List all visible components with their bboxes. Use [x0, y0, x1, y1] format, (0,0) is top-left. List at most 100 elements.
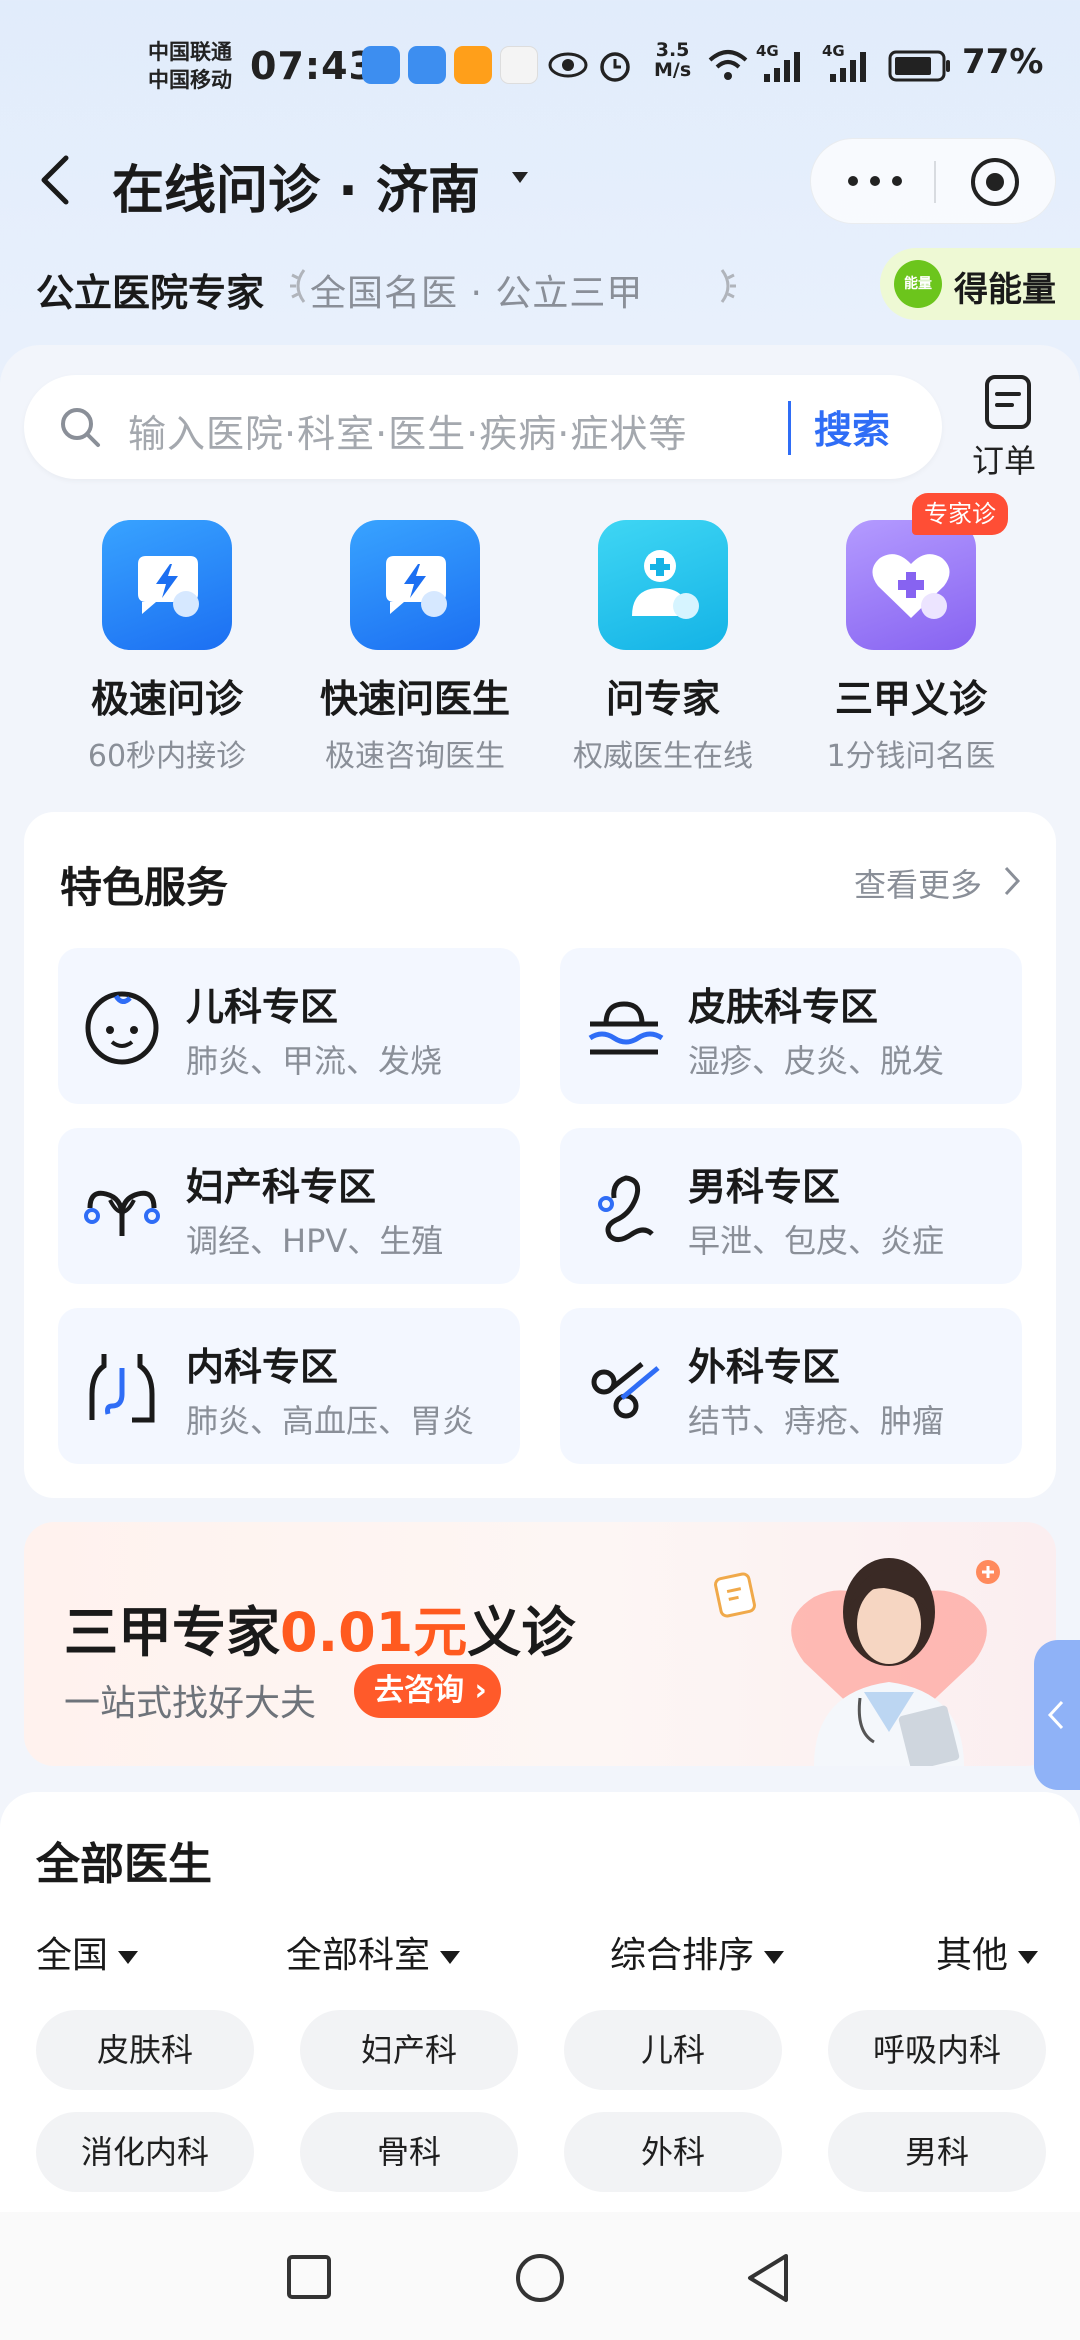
- subtitle-tags: 全国名医 · 公立三甲: [310, 273, 644, 314]
- doctor-illustration: [791, 1558, 1000, 1766]
- search-button[interactable]: 搜索: [814, 399, 890, 454]
- quick-entry-title: 问专家: [605, 677, 720, 721]
- quick-entry-title: 三甲义诊: [834, 677, 987, 721]
- service-gynecology[interactable]: 妇产科专区 调经、HPV、生殖: [58, 1128, 520, 1284]
- department-chip[interactable]: 皮肤科: [36, 2010, 254, 2090]
- service-desc: 调经、HPV、生殖: [186, 1222, 444, 1260]
- page-title[interactable]: 在线问诊 · 济南: [112, 148, 480, 223]
- back-triangle-icon[interactable]: [744, 2252, 792, 2304]
- quick-entry-free-clinic[interactable]: 三甲义诊 1分钱问名医: [786, 520, 1036, 775]
- quick-entry-title: 快速问医生: [319, 677, 510, 721]
- network-speed: 3.5 M/s: [654, 39, 692, 81]
- baby-face-icon: [85, 991, 159, 1065]
- uterus-icon: [84, 1190, 160, 1236]
- carrier-2: 中国移动: [148, 68, 232, 92]
- chevron-right-icon[interactable]: [1002, 864, 1022, 898]
- service-internal-medicine[interactable]: 内科专区 肺炎、高血压、胃炎: [58, 1308, 520, 1464]
- scissors-icon: [591, 1362, 660, 1419]
- filter-department[interactable]: 全部科室: [286, 1926, 461, 1978]
- signal-icon: [830, 52, 866, 82]
- carrier-names: 中国联通 中国移动: [148, 38, 232, 94]
- caret-down-icon: [118, 1950, 139, 1964]
- service-andrology[interactable]: 男科专区 早泄、包皮、炎症: [560, 1128, 1022, 1284]
- home-circle-icon[interactable]: [514, 2252, 566, 2304]
- get-energy-button[interactable]: 能量 得能量: [880, 248, 1080, 320]
- consult-button[interactable]: 去咨询 ›: [354, 1664, 501, 1718]
- back-arrow-icon[interactable]: [36, 150, 76, 210]
- service-desc: 肺炎、甲流、发烧: [186, 1042, 443, 1080]
- capsule-divider: [934, 161, 936, 203]
- expert-badge: 专家诊: [912, 493, 1008, 535]
- app-grid-icon: [500, 46, 538, 84]
- carrier-1: 中国联通: [148, 40, 232, 64]
- department-chip[interactable]: 男科: [828, 2112, 1046, 2192]
- heart-plus-icon: [846, 520, 976, 650]
- promo-title: 三甲专家0.01元义诊: [64, 1601, 576, 1664]
- eye-icon: [548, 52, 588, 78]
- filter-region[interactable]: 全国: [36, 1926, 139, 1978]
- quick-entry-sub: 权威医生在线: [573, 739, 753, 774]
- service-name: 内科专区: [186, 1345, 339, 1389]
- close-target-icon[interactable]: [969, 156, 1021, 208]
- caret-down-icon: [764, 1950, 785, 1964]
- system-nav-bar: [0, 2212, 1080, 2340]
- battery-icon: [888, 50, 950, 82]
- service-name: 外科专区: [688, 1345, 841, 1389]
- service-desc: 结节、痔疮、肿瘤: [688, 1402, 945, 1440]
- service-dermatology[interactable]: 皮肤科专区 湿疹、皮炎、脱发: [560, 948, 1022, 1104]
- quick-entry-title: 极速问诊: [90, 677, 243, 721]
- quick-entry-sub: 极速咨询医生: [325, 739, 505, 774]
- bus-app-icon: [408, 46, 446, 84]
- bus-app-icon: [362, 46, 400, 84]
- caret-down-icon: [440, 1950, 461, 1964]
- recents-square-icon[interactable]: [286, 2254, 332, 2300]
- service-surgery[interactable]: 外科专区 结节、痔疮、肿瘤: [560, 1308, 1022, 1464]
- department-chip[interactable]: 骨科: [300, 2112, 518, 2192]
- promo-banner[interactable]: 三甲专家0.01元义诊 一站式找好大夫 去咨询 ›: [24, 1522, 1056, 1766]
- energy-label: 得能量: [954, 270, 1056, 310]
- filter-sort[interactable]: 综合排序: [610, 1926, 785, 1978]
- service-desc: 早泄、包皮、炎症: [688, 1222, 945, 1260]
- wifi-icon: [708, 50, 748, 80]
- subtitle: 公立医院专家: [36, 271, 265, 315]
- department-chip[interactable]: 消化内科: [36, 2112, 254, 2192]
- quick-entry-quick-doctor[interactable]: 快速问医生 极速咨询医生: [290, 520, 540, 775]
- mini-program-capsule: [810, 138, 1056, 224]
- order-label[interactable]: 订单: [972, 436, 1036, 482]
- service-name: 皮肤科专区: [688, 985, 879, 1029]
- filter-other[interactable]: 其他: [936, 1926, 1039, 1978]
- order-icon[interactable]: [984, 374, 1032, 430]
- department-chip[interactable]: 呼吸内科: [828, 2010, 1046, 2090]
- quick-entry-sub: 60秒内接诊: [87, 739, 247, 774]
- laurel-left-icon: [290, 269, 306, 303]
- clock: 07:43: [250, 44, 376, 88]
- chevron-left-icon: [1047, 1700, 1064, 1730]
- more-dots-icon[interactable]: [847, 173, 903, 189]
- view-more-link[interactable]: 查看更多: [854, 860, 982, 906]
- side-collapse-tab[interactable]: [1034, 1640, 1080, 1790]
- service-desc: 湿疹、皮炎、脱发: [688, 1042, 945, 1080]
- imou-app-icon: [454, 46, 492, 84]
- search-divider: [788, 401, 791, 455]
- signal-icon: [764, 52, 800, 82]
- energy-badge-icon: 能量: [894, 260, 942, 308]
- search-bar[interactable]: 输入医院·科室·医生·疾病·症状等 搜索: [24, 375, 942, 479]
- lightning-chat-icon: [102, 520, 232, 650]
- service-name: 儿科专区: [186, 985, 339, 1029]
- quick-entry-ask-expert[interactable]: 问专家 权威医生在线: [538, 520, 788, 775]
- service-desc: 肺炎、高血压、胃炎: [186, 1402, 475, 1440]
- search-input[interactable]: 输入医院·科室·医生·疾病·症状等: [128, 403, 687, 458]
- caret-down-icon: [1018, 1950, 1039, 1964]
- quick-entry-fast-consult[interactable]: 极速问诊 60秒内接诊: [42, 520, 292, 775]
- department-chip[interactable]: 外科: [564, 2112, 782, 2192]
- doctors-title: 全部医生: [36, 1839, 212, 1890]
- department-chip[interactable]: 妇产科: [300, 2010, 518, 2090]
- city-caret-icon[interactable]: [512, 172, 528, 183]
- battery-percentage: 77%: [962, 42, 1044, 82]
- department-chip[interactable]: 儿科: [564, 2010, 782, 2090]
- organs-icon: [89, 1354, 155, 1423]
- skin-layers-icon: [588, 1001, 664, 1055]
- alarm-icon: [600, 52, 630, 82]
- service-name: 男科专区: [688, 1165, 841, 1209]
- service-pediatrics[interactable]: 儿科专区 肺炎、甲流、发烧: [58, 948, 520, 1104]
